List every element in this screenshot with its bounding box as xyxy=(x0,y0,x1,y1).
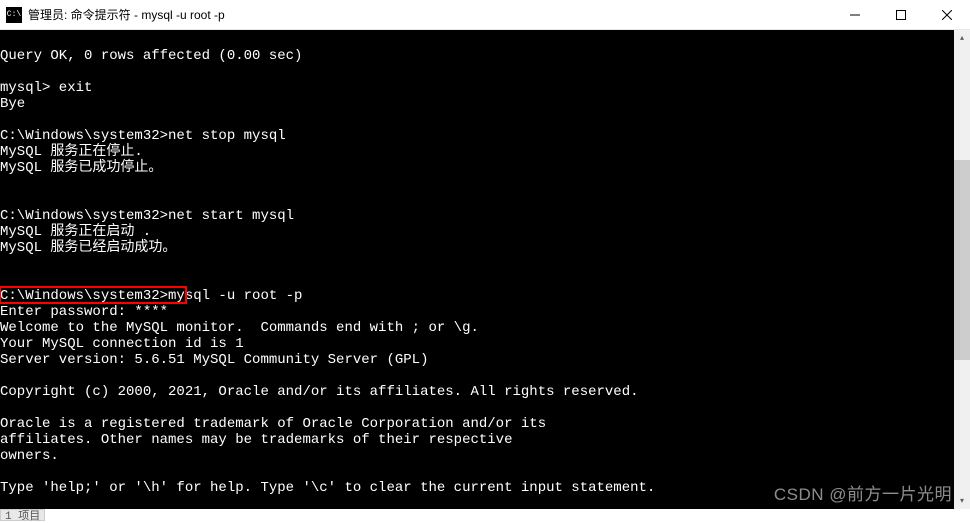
window-title: 管理员: 命令提示符 - mysql -u root -p xyxy=(28,6,225,23)
terminal-line xyxy=(0,176,970,192)
terminal-line: C:\Windows\system32>net stop mysql xyxy=(0,128,970,144)
terminal-line: affiliates. Other names may be trademark… xyxy=(0,432,970,448)
terminal-line: MySQL 服务正在启动 . xyxy=(0,224,970,240)
terminal-line xyxy=(0,112,970,128)
terminal-line: Your MySQL connection id is 1 xyxy=(0,336,970,352)
scroll-thumb[interactable] xyxy=(954,160,970,360)
terminal-line: Copyright (c) 2000, 2021, Oracle and/or … xyxy=(0,384,970,400)
scroll-up-arrow[interactable]: ▴ xyxy=(954,30,970,46)
title-left: C:\ 管理员: 命令提示符 - mysql -u root -p xyxy=(0,6,225,23)
taskbar-fragment: 1 项目 xyxy=(0,509,45,521)
terminal-line xyxy=(0,272,970,288)
terminal-line xyxy=(0,368,970,384)
vertical-scrollbar[interactable]: ▴ ▾ xyxy=(954,30,970,509)
terminal-line: MySQL 服务正在停止. xyxy=(0,144,970,160)
terminal-line xyxy=(0,192,970,208)
terminal-line: Query OK, 0 rows affected (0.00 sec) xyxy=(0,48,970,64)
title-bar: C:\ 管理员: 命令提示符 - mysql -u root -p xyxy=(0,0,970,30)
scroll-down-arrow[interactable]: ▾ xyxy=(954,493,970,509)
minimize-button[interactable] xyxy=(832,0,878,29)
terminal-line: C:\Windows\system32>mysql -u root -p xyxy=(0,288,970,304)
terminal-line: Welcome to the MySQL monitor. Commands e… xyxy=(0,320,970,336)
maximize-button[interactable] xyxy=(878,0,924,29)
watermark: CSDN @前方一片光明 xyxy=(774,480,952,505)
terminal-line: Oracle is a registered trademark of Orac… xyxy=(0,416,970,432)
terminal-line xyxy=(0,400,970,416)
terminal-line: mysql> exit xyxy=(0,80,970,96)
cmd-icon: C:\ xyxy=(6,7,22,23)
terminal-line: C:\Windows\system32>net start mysql xyxy=(0,208,970,224)
terminal-line: Enter password: **** xyxy=(0,304,970,320)
terminal-line: owners. xyxy=(0,448,970,464)
terminal-line: Bye xyxy=(0,96,970,112)
terminal-line: MySQL 服务已成功停止。 xyxy=(0,160,970,176)
terminal-line xyxy=(0,64,970,80)
terminal-line xyxy=(0,464,970,480)
terminal-line xyxy=(0,256,970,272)
window-controls xyxy=(832,0,970,29)
terminal-output[interactable]: Query OK, 0 rows affected (0.00 sec) mysq… xyxy=(0,30,970,509)
close-button[interactable] xyxy=(924,0,970,29)
terminal-line: MySQL 服务已经启动成功。 xyxy=(0,240,970,256)
terminal-line: Server version: 5.6.51 MySQL Community S… xyxy=(0,352,970,368)
